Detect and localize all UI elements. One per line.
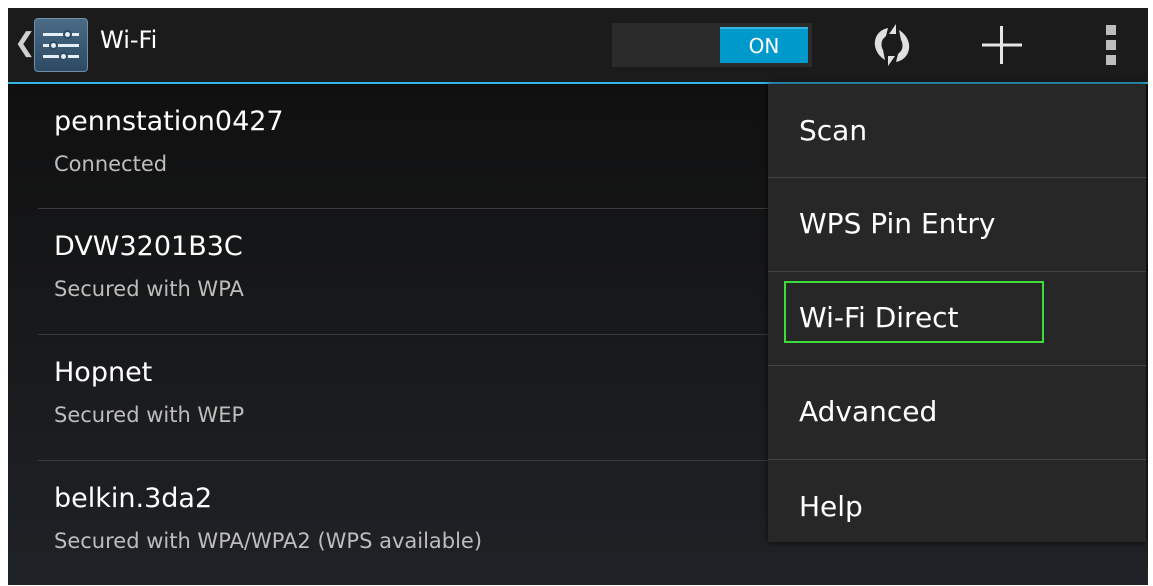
menu-item-scan[interactable]: Scan xyxy=(768,84,1146,177)
wifi-direct-highlight xyxy=(784,281,1044,343)
wifi-settings-icon[interactable] xyxy=(34,18,88,72)
network-status: Secured with WPA/WPA2 (WPS available) xyxy=(54,529,483,553)
menu-item-advanced[interactable]: Advanced xyxy=(768,366,1146,459)
wifi-settings-screen: ❮ Wi-Fi ON pennstation0427 Connected DVW… xyxy=(8,8,1148,585)
toggle-on-label: ON xyxy=(720,27,808,63)
menu-item-label: Help xyxy=(799,490,863,523)
menu-item-label: Advanced xyxy=(799,395,938,428)
menu-item-wps-pin-entry[interactable]: WPS Pin Entry xyxy=(768,178,1146,271)
wifi-toggle[interactable]: ON xyxy=(612,23,812,67)
overflow-menu: Scan WPS Pin Entry Wi-Fi Direct Advanced… xyxy=(768,84,1146,542)
page-title: Wi-Fi xyxy=(100,26,158,54)
menu-item-label: Scan xyxy=(799,114,868,147)
network-name: belkin.3da2 xyxy=(54,483,213,514)
add-network-icon[interactable] xyxy=(976,20,1028,70)
network-status: Connected xyxy=(54,152,168,176)
menu-item-label: WPS Pin Entry xyxy=(799,207,996,240)
network-status: Secured with WEP xyxy=(54,403,245,427)
up-caret-icon[interactable]: ❮ xyxy=(14,30,36,56)
network-name: pennstation0427 xyxy=(54,106,284,137)
network-name: Hopnet xyxy=(54,357,153,388)
menu-item-help[interactable]: Help xyxy=(768,460,1146,553)
wps-push-icon[interactable] xyxy=(866,20,918,70)
network-status: Secured with WPA xyxy=(54,277,244,301)
network-name: DVW3201B3C xyxy=(54,231,243,262)
action-bar: ❮ Wi-Fi ON xyxy=(8,8,1148,84)
overflow-menu-icon[interactable] xyxy=(1086,20,1138,70)
